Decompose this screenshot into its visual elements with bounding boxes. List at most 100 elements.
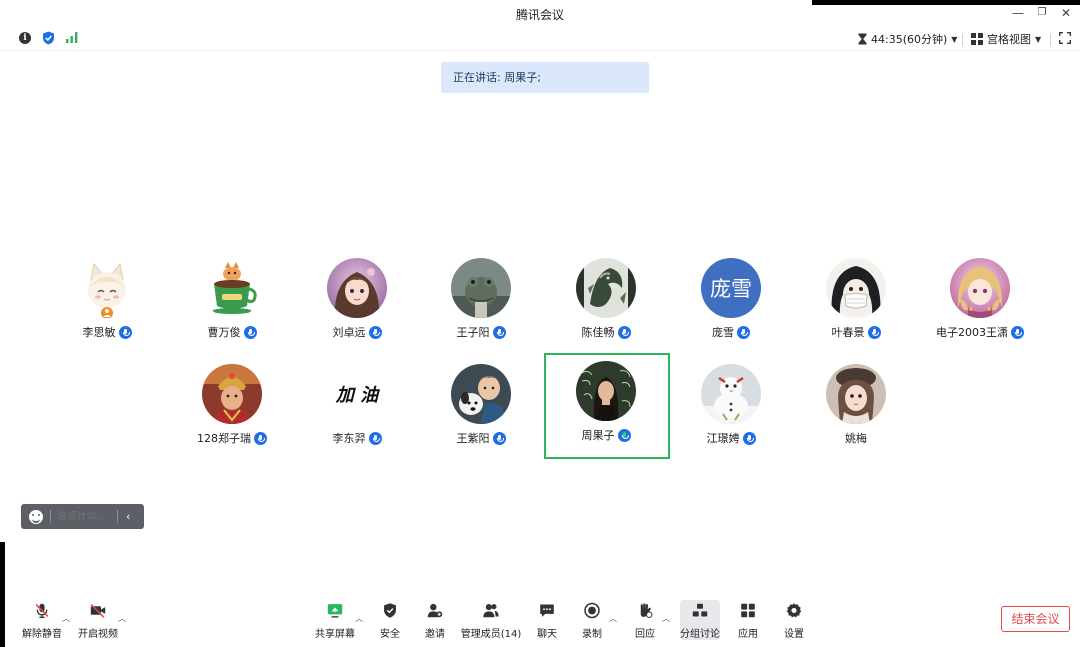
participant-name-row: 庞雪 — [669, 324, 793, 340]
collapse-chevron-icon[interactable]: ‹ — [126, 510, 130, 523]
participant-avatar — [451, 258, 511, 318]
meeting-window: 腾讯会议 — ❐ ✕ i 44:35(60分钟) ▼ 宫格视图 ▼ 正在讲话: … — [0, 0, 1080, 647]
start-video-button[interactable]: 开启视频 — [78, 600, 118, 640]
share-screen-label: 共享屏幕 — [315, 629, 355, 640]
divider — [962, 34, 963, 46]
window-title: 腾讯会议 — [515, 8, 564, 22]
record-button[interactable]: 录制 — [577, 600, 607, 640]
participant-name-row: 李思敏 — [45, 324, 169, 340]
participant-avatar — [826, 258, 886, 318]
apps-button[interactable]: 应用 — [733, 600, 763, 640]
mic-muted-icon — [617, 325, 631, 339]
share-options-chevron-icon[interactable]: ︿ — [355, 613, 363, 624]
divider — [1050, 34, 1051, 46]
participant-name-row: 刘卓远 — [295, 324, 419, 340]
chat-bubble-icon — [540, 604, 554, 617]
mic-speaking-icon — [617, 428, 631, 442]
meeting-timer[interactable]: 44:35(60分钟) ▼ — [858, 31, 957, 47]
microphone-muted-icon — [35, 603, 49, 618]
participant-name: 刘卓远 — [332, 326, 366, 339]
breakout-rooms-label: 分组讨论 — [680, 629, 720, 640]
participant-tile[interactable]: 电子2003王潇 — [918, 256, 1042, 361]
chat-quick-input: ‹ — [21, 504, 144, 529]
mic-muted-icon — [254, 431, 267, 445]
participant-name-row: 电子2003王潇 — [918, 324, 1042, 340]
share-screen-icon — [327, 604, 343, 618]
info-icon[interactable]: i — [19, 32, 31, 44]
participant-name: 周果子 — [581, 429, 615, 442]
participant-tile[interactable]: 姚梅 — [794, 362, 918, 467]
participant-name-row: 128郑子瑞 — [170, 430, 294, 446]
view-mode-switch[interactable]: 宫格视图 ▼ — [971, 31, 1041, 47]
mic-muted-icon — [368, 325, 382, 339]
video-options-chevron-icon[interactable]: ︿ — [118, 613, 126, 624]
participant-tile[interactable]: 加 油 李东羿 — [295, 362, 419, 467]
chat-button[interactable]: 聊天 — [532, 600, 562, 640]
record-options-chevron-icon[interactable]: ︿ — [609, 613, 617, 624]
shield-icon — [384, 603, 396, 618]
participant-avatar — [202, 258, 262, 318]
mic-muted-icon — [368, 431, 382, 445]
emoji-icon[interactable] — [29, 509, 43, 524]
minimize-button[interactable]: — — [1008, 5, 1028, 21]
participant-avatar — [202, 364, 262, 424]
unmute-button[interactable]: 解除静音 — [22, 600, 62, 640]
participant-tile[interactable]: 陈佳畅 — [544, 256, 668, 361]
start-video-label: 开启视频 — [78, 629, 118, 640]
end-meeting-button[interactable]: 结束会议 — [1001, 606, 1070, 632]
close-button[interactable]: ✕ — [1056, 5, 1076, 21]
invite-button[interactable]: 邀请 — [420, 600, 450, 640]
participant-avatar — [327, 258, 387, 318]
mic-muted-icon — [492, 431, 506, 445]
manage-members-label: 管理成员(14) — [460, 629, 522, 640]
participant-name: 庞雪 — [712, 326, 734, 339]
meeting-info-bar: i 44:35(60分钟) ▼ 宫格视图 ▼ — [0, 27, 1080, 51]
security-button[interactable]: 安全 — [375, 600, 405, 640]
record-icon — [584, 602, 600, 619]
left-edge-strip — [0, 542, 5, 647]
participant-name-row: 叶春景 — [794, 324, 918, 340]
avatar-text: 庞雪 — [710, 277, 752, 301]
reaction-options-chevron-icon[interactable]: ︿ — [662, 613, 670, 624]
divider — [50, 510, 51, 523]
breakout-rooms-button[interactable]: 分组讨论 — [680, 600, 720, 640]
divider — [117, 510, 118, 523]
participant-name: 姚梅 — [845, 432, 867, 445]
security-shield-icon[interactable] — [42, 31, 55, 45]
grid-view-icon — [971, 33, 983, 45]
participant-tile[interactable]: 曹万俊 — [170, 256, 294, 361]
participant-name: 李思敏 — [82, 326, 116, 339]
manage-members-button[interactable]: 管理成员(14) — [461, 600, 521, 640]
participant-tile[interactable]: 刘卓远 — [295, 256, 419, 361]
participant-avatar — [576, 258, 636, 318]
members-icon — [483, 604, 499, 618]
share-screen-button[interactable]: 共享屏幕 — [314, 600, 356, 640]
mic-muted-icon — [492, 325, 506, 339]
participant-tile[interactable]: 128郑子瑞 — [170, 362, 294, 467]
participant-name-row: 李东羿 — [295, 430, 419, 446]
add-person-icon — [427, 603, 443, 618]
fullscreen-icon[interactable] — [1059, 32, 1071, 44]
restore-button[interactable]: ❐ — [1032, 5, 1052, 21]
participant-tile[interactable]: 王子阳 — [419, 256, 543, 361]
chat-input[interactable] — [57, 511, 115, 522]
participant-avatar: 庞雪 — [701, 258, 761, 318]
participant-tile[interactable]: 李思敏 — [45, 256, 169, 361]
audio-options-chevron-icon[interactable]: ︿ — [62, 613, 70, 624]
participant-tile[interactable]: 庞雪 庞雪 — [669, 256, 793, 361]
participant-avatar: 加 油 — [327, 364, 387, 424]
participant-tile[interactable]: 王紫阳 — [419, 362, 543, 467]
participant-name: 王子阳 — [456, 326, 490, 339]
participant-tile-active-speaker[interactable]: 周果子 — [544, 353, 670, 459]
participant-name-row: 王子阳 — [419, 324, 543, 340]
participant-name: 陈佳畅 — [581, 326, 615, 339]
settings-button[interactable]: 设置 — [779, 600, 809, 640]
participant-name-row: 江璟娉 — [669, 430, 793, 446]
camera-off-icon — [90, 604, 106, 618]
participant-tile[interactable]: 江璟娉 — [669, 362, 793, 467]
participant-name-row: 曹万俊 — [170, 324, 294, 340]
network-signal-icon[interactable] — [66, 32, 78, 43]
participant-name: 江璟娉 — [706, 432, 740, 445]
reaction-button[interactable]: 回应 — [630, 600, 660, 640]
participant-tile[interactable]: 叶春景 — [794, 256, 918, 361]
